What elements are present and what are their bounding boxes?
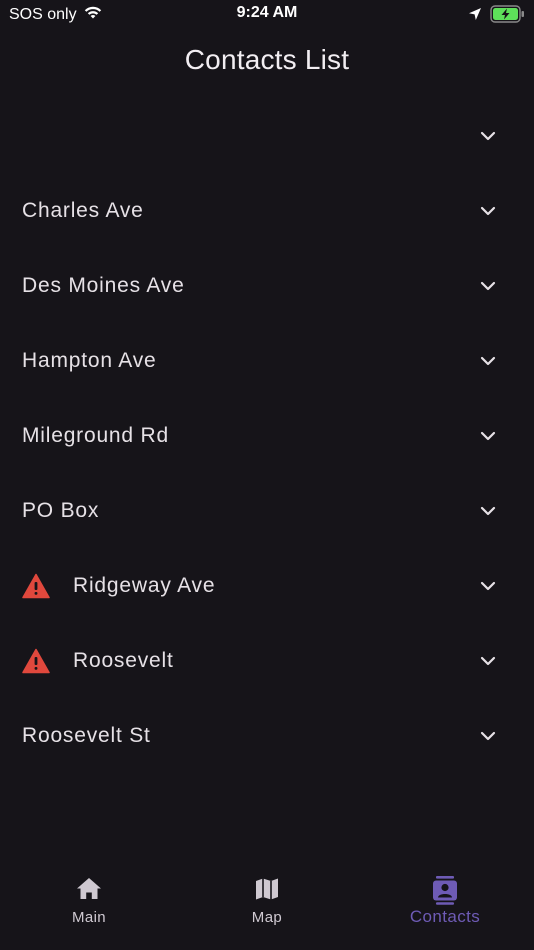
contact-label: Charles Ave: [22, 198, 144, 222]
status-right: [468, 5, 526, 28]
chevron-down-icon[interactable]: [480, 128, 496, 144]
contact-row-des-moines-ave[interactable]: Des Moines Ave: [0, 248, 534, 323]
contacts-screen: SOS only 9:24 AM Contacts List Charles A…: [0, 0, 534, 950]
contact-label: Hampton Ave: [22, 348, 157, 372]
bottom-nav: Main Map Contacts: [0, 870, 534, 950]
nav-item-map[interactable]: Map: [178, 870, 356, 950]
contact-row-hampton-ave[interactable]: Hampton Ave: [0, 323, 534, 398]
contact-row-roosevelt-st[interactable]: Roosevelt St: [0, 698, 534, 773]
nav-label: Main: [71, 909, 107, 926]
contact-label: Mileground Rd: [22, 423, 169, 447]
warning-icon: [22, 573, 50, 599]
contact-label: PO Box: [22, 498, 100, 522]
contact-label: Ridgeway Ave: [73, 573, 216, 597]
contact-row-roosevelt[interactable]: Roosevelt: [0, 623, 534, 698]
contact-row-ridgeway-ave[interactable]: Ridgeway Ave: [0, 548, 534, 623]
contact-row-charles-ave[interactable]: Charles Ave: [0, 173, 534, 248]
chevron-down-icon[interactable]: [480, 578, 496, 594]
location-arrow-icon: [468, 7, 482, 26]
nav-item-main[interactable]: Main: [0, 870, 178, 950]
contact-row-po-box[interactable]: PO Box: [0, 473, 534, 548]
chevron-down-icon[interactable]: [480, 353, 496, 369]
contact-label: Des Moines Ave: [22, 273, 185, 297]
chevron-down-icon[interactable]: [480, 203, 496, 219]
map-icon: [253, 875, 281, 903]
contacts-list: Charles Ave Des Moines Ave Hampton Ave M…: [0, 98, 534, 773]
chevron-down-icon[interactable]: [480, 503, 496, 519]
contact-row-empty[interactable]: [0, 98, 534, 173]
warning-icon: [22, 648, 50, 674]
status-time: 9:24 AM: [236, 4, 298, 21]
battery-charging-icon: [490, 5, 526, 28]
contact-label: Roosevelt: [73, 648, 174, 672]
home-icon: [75, 875, 103, 903]
nav-label: Map: [251, 909, 283, 926]
chevron-down-icon[interactable]: [480, 428, 496, 444]
contact-row-mileground-rd[interactable]: Mileground Rd: [0, 398, 534, 473]
chevron-down-icon[interactable]: [480, 278, 496, 294]
contact-label: Roosevelt St: [22, 723, 151, 747]
nav-label: Contacts: [409, 907, 481, 926]
chevron-down-icon[interactable]: [480, 653, 496, 669]
status-bar: SOS only 9:24 AM: [0, 0, 534, 28]
nav-item-contacts[interactable]: Contacts: [356, 870, 534, 950]
chevron-down-icon[interactable]: [480, 728, 496, 744]
page-title: Contacts List: [184, 44, 350, 75]
contacts-icon: [431, 875, 459, 905]
